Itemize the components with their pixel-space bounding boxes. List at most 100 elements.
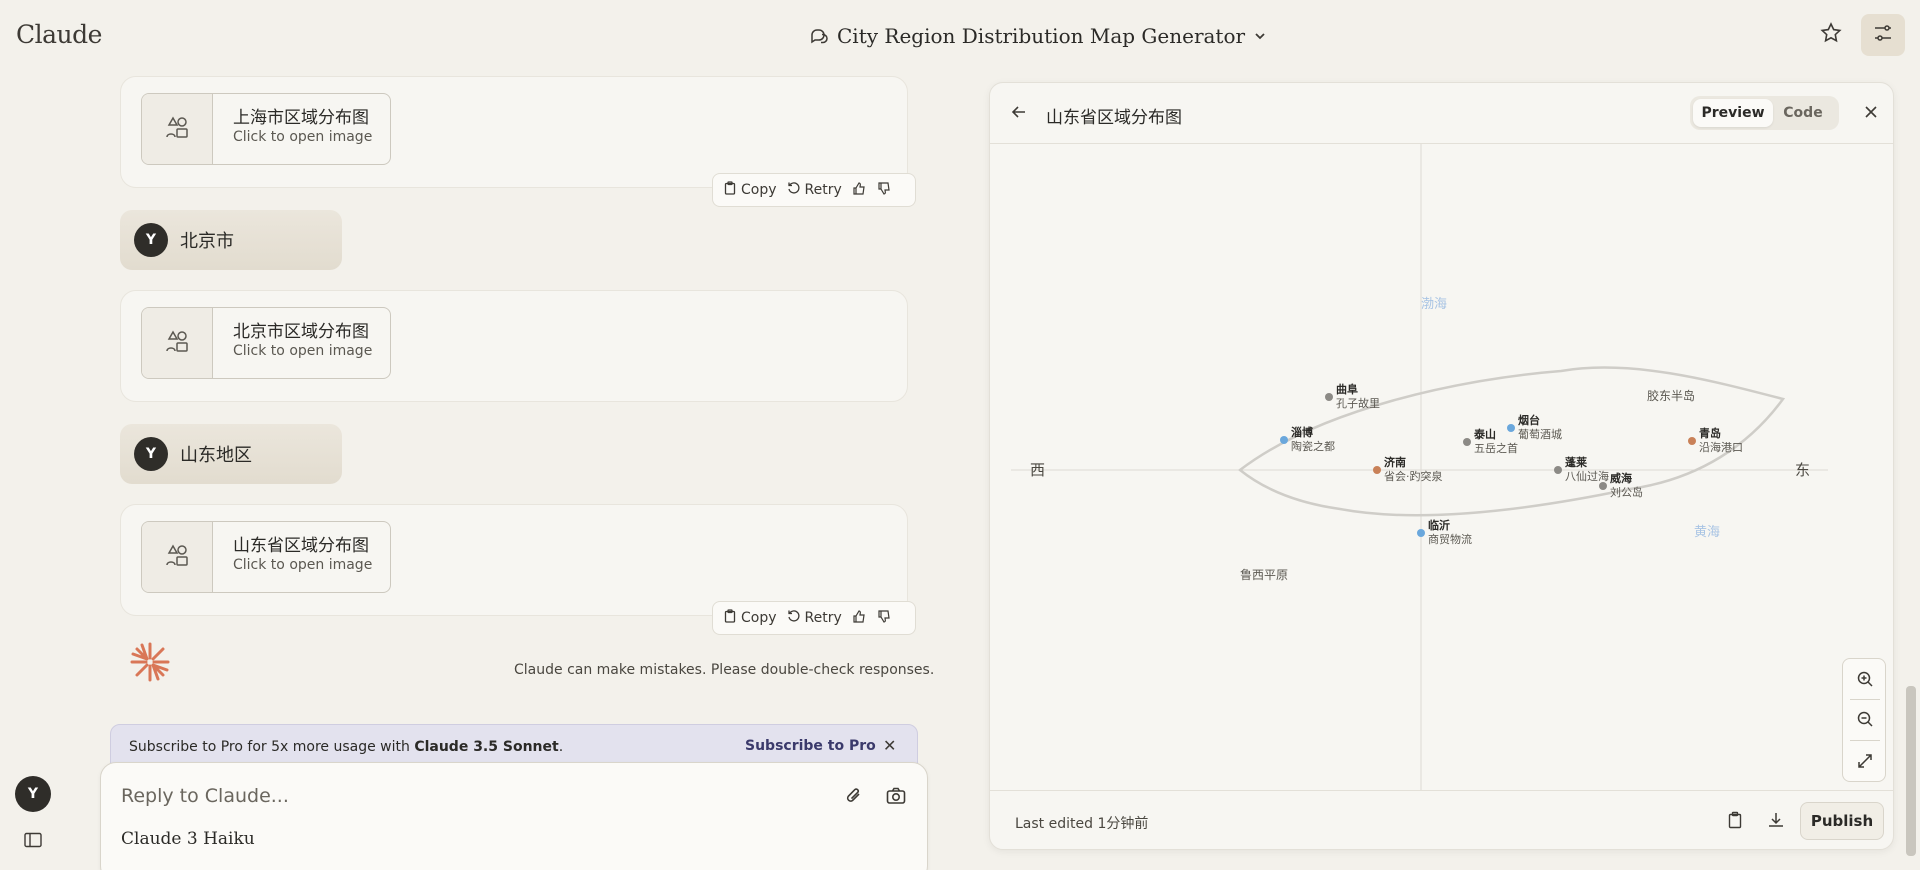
copy-button[interactable]: Copy <box>723 181 777 199</box>
retry-icon <box>787 609 801 627</box>
sidebar-user-avatar[interactable]: Y <box>15 776 51 812</box>
city-dot <box>1325 393 1333 401</box>
app-logo[interactable]: Claude <box>16 20 102 49</box>
city-desc: 刘公岛 <box>1610 485 1643 499</box>
sidebar-toggle-icon[interactable] <box>24 832 42 852</box>
image-shapes-icon <box>164 114 190 144</box>
city-marker[interactable]: 青岛沿海港口 <box>1688 426 1743 454</box>
city-name: 济南 <box>1384 455 1406 469</box>
image-title: 上海市区域分布图 <box>233 108 369 128</box>
user-message-text: 北京市 <box>180 231 234 252</box>
zoom-out-icon[interactable] <box>1853 707 1877 731</box>
fit-view-icon[interactable] <box>1853 749 1877 773</box>
conversation-title: City Region Distribution Map Generator <box>837 24 1246 48</box>
chevron-down-icon <box>1253 29 1267 43</box>
assistant-message: 上海市区域分布图 Click to open image <box>120 76 908 188</box>
city-desc: 八仙过海 <box>1565 469 1609 483</box>
copy-button[interactable]: Copy <box>723 609 777 627</box>
city-desc: 商贸物流 <box>1428 532 1472 546</box>
publish-button[interactable]: Publish <box>1800 802 1884 840</box>
star-icon <box>1819 21 1843 49</box>
city-dot <box>1599 482 1607 490</box>
zoom-controls <box>1842 658 1886 782</box>
image-attachment[interactable]: 北京市区域分布图 Click to open image <box>141 307 391 379</box>
view-toggle: Preview Code <box>1690 96 1839 130</box>
city-name: 泰山 <box>1473 427 1496 441</box>
city-marker[interactable]: 烟台葡萄酒城 <box>1507 413 1562 441</box>
image-attachment[interactable]: 上海市区域分布图 Click to open image <box>141 93 391 165</box>
region-map: 西 东 渤海 黄海 胶东半岛 鲁西平原 曲阜 孔子故里 淄博 陶瓷之都 济南 省会·趵突泉… <box>990 144 1893 790</box>
close-banner-button[interactable]: ✕ <box>883 736 896 755</box>
user-message: Y 山东地区 <box>120 424 342 484</box>
sliders-icon <box>1872 22 1894 48</box>
clipboard-icon <box>723 609 737 627</box>
composer-placeholder[interactable]: Reply to Claude... <box>121 785 289 807</box>
subscribe-link[interactable]: Subscribe to Pro <box>745 738 876 754</box>
settings-button[interactable] <box>1861 14 1905 56</box>
retry-icon <box>787 181 801 199</box>
image-subtitle: Click to open image <box>233 343 373 359</box>
city-desc: 省会·趵突泉 <box>1384 469 1443 483</box>
plain-label: 鲁西平原 <box>1240 568 1288 582</box>
model-selector[interactable]: Claude 3 Haiku <box>121 829 255 849</box>
city-desc: 五岳之首 <box>1474 441 1518 455</box>
city-marker[interactable]: 济南省会·趵突泉 <box>1373 455 1443 483</box>
city-dot <box>1554 466 1562 474</box>
message-actions: Copy Retry <box>712 173 916 207</box>
city-name: 曲阜 <box>1336 382 1358 396</box>
thumbs-up-icon <box>852 609 867 628</box>
star-button[interactable] <box>1816 20 1846 50</box>
peninsula-label: 胶东半岛 <box>1647 388 1695 403</box>
thumbs-down-icon <box>877 609 892 628</box>
zoom-in-icon[interactable] <box>1853 667 1877 691</box>
yellow-sea-label: 黄海 <box>1694 525 1720 540</box>
camera-icon[interactable] <box>885 785 907 811</box>
retry-button[interactable]: Retry <box>787 609 842 627</box>
back-arrow-icon[interactable] <box>1010 103 1028 125</box>
city-name: 蓬莱 <box>1565 455 1587 469</box>
thumbs-down-button[interactable] <box>877 181 892 200</box>
east-label: 东 <box>1795 461 1810 479</box>
message-actions: Copy Retry <box>712 601 916 635</box>
image-shapes-icon <box>164 328 190 358</box>
promo-text: Subscribe to Pro for 5x more usage with … <box>129 739 564 755</box>
city-dot <box>1280 436 1288 444</box>
city-dot <box>1507 424 1515 432</box>
image-title: 山东省区域分布图 <box>233 536 369 556</box>
image-shapes-icon <box>164 542 190 572</box>
thumbs-down-button[interactable] <box>877 609 892 628</box>
city-name: 威海 <box>1610 471 1632 485</box>
user-avatar: Y <box>134 437 168 471</box>
city-marker[interactable]: 曲阜孔子故里 <box>1325 382 1380 410</box>
city-name: 临沂 <box>1428 518 1450 532</box>
artifact-title: 山东省区域分布图 <box>1046 108 1182 128</box>
image-attachment[interactable]: 山东省区域分布图 Click to open image <box>141 521 391 593</box>
artifact-footer: Last edited 1分钟前 Publish <box>990 790 1893 849</box>
conversation-title-button[interactable]: City Region Distribution Map Generator <box>809 22 1267 50</box>
assistant-message: 山东省区域分布图 Click to open image <box>120 504 908 616</box>
city-marker[interactable]: 蓬莱八仙过海 <box>1554 455 1609 483</box>
city-name: 淄博 <box>1291 425 1313 439</box>
city-dot <box>1463 438 1471 446</box>
tab-preview[interactable]: Preview <box>1693 99 1773 127</box>
claude-spark-icon <box>128 640 172 688</box>
download-icon[interactable] <box>1767 811 1785 833</box>
disclaimer-text: Claude can make mistakes. Please double-… <box>514 662 935 678</box>
city-marker[interactable]: 临沂商贸物流 <box>1417 518 1472 546</box>
city-desc: 葡萄酒城 <box>1518 428 1562 441</box>
user-message-text: 山东地区 <box>180 445 252 466</box>
thumbs-up-button[interactable] <box>852 181 867 200</box>
retry-button[interactable]: Retry <box>787 181 842 199</box>
city-name: 青岛 <box>1699 426 1721 440</box>
clipboard-icon[interactable] <box>1726 811 1744 833</box>
city-desc: 沿海港口 <box>1699 440 1743 454</box>
tab-code[interactable]: Code <box>1773 99 1833 127</box>
paperclip-icon[interactable] <box>843 785 865 811</box>
close-icon[interactable] <box>1862 103 1880 125</box>
image-subtitle: Click to open image <box>233 557 373 573</box>
message-composer[interactable]: Reply to Claude... Claude 3 Haiku <box>100 762 928 870</box>
scrollbar[interactable] <box>1906 686 1916 856</box>
thumbs-up-icon <box>852 181 867 200</box>
thumbs-up-button[interactable] <box>852 609 867 628</box>
thumbs-down-icon <box>877 181 892 200</box>
